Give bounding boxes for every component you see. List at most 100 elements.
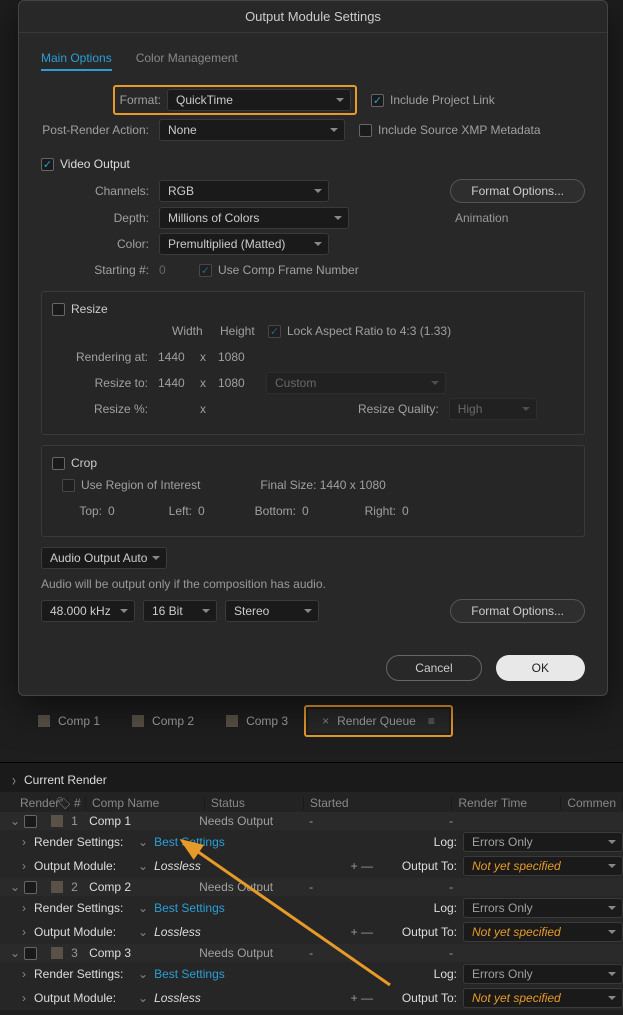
chevron-right-icon[interactable] xyxy=(22,991,34,1005)
resize-checkbox[interactable]: Resize xyxy=(52,302,574,316)
twirl-icon[interactable] xyxy=(132,859,154,873)
queue-item-header[interactable]: 3 Comp 3 Needs Output - - xyxy=(0,944,623,962)
render-settings-label: Render Settings: xyxy=(34,967,132,981)
channels-select[interactable]: RGB xyxy=(159,180,329,202)
output-to-select[interactable]: Not yet specified xyxy=(463,856,623,876)
format-select[interactable]: QuickTime xyxy=(167,89,351,111)
starting-frame-label: Starting #: xyxy=(41,263,159,277)
checkbox-icon xyxy=(371,94,384,107)
panel-menu-icon[interactable]: ≡ xyxy=(428,714,435,728)
twirl-icon[interactable] xyxy=(132,835,154,849)
color-select[interactable]: Premultiplied (Matted) xyxy=(159,233,329,255)
format-label: Format: xyxy=(119,93,167,107)
render-queue-tab-highlight: × Render Queue ≡ xyxy=(304,705,453,737)
chevron-right-icon[interactable] xyxy=(22,859,34,873)
color-label: Color: xyxy=(41,237,159,251)
ok-button[interactable]: OK xyxy=(496,655,585,681)
chevron-down-icon[interactable] xyxy=(6,880,24,894)
render-settings-link[interactable]: Best Settings xyxy=(154,901,225,915)
checkbox-icon xyxy=(52,303,65,316)
audio-output-select[interactable]: Audio Output Auto xyxy=(41,547,167,569)
dialog-tabs: Main Options Color Management xyxy=(41,47,585,71)
post-render-action-select[interactable]: None xyxy=(159,119,345,141)
video-output-checkbox[interactable]: Video Output xyxy=(41,157,585,171)
render-checkbox[interactable] xyxy=(24,815,37,828)
render-settings-row: Render Settings: Best Settings Log: Erro… xyxy=(0,830,623,854)
queue-item-comp-name: Comp 2 xyxy=(89,880,199,894)
output-module-row: Output Module: Lossless + — Output To: N… xyxy=(0,854,623,878)
audio-rate-select[interactable]: 48.000 kHz xyxy=(41,600,135,622)
render-settings-row: Render Settings: Best Settings Log: Erro… xyxy=(0,896,623,920)
add-output-button[interactable]: + — xyxy=(347,991,377,1005)
tab-main-options[interactable]: Main Options xyxy=(41,47,112,71)
cancel-button[interactable]: Cancel xyxy=(386,655,481,681)
chevron-right-icon[interactable] xyxy=(22,901,34,915)
render-checkbox[interactable] xyxy=(24,881,37,894)
audio-channels-select[interactable]: Stereo xyxy=(225,600,319,622)
post-render-action-label: Post-Render Action: xyxy=(41,123,159,137)
add-output-button[interactable]: + — xyxy=(347,859,377,873)
chevron-right-icon[interactable] xyxy=(22,835,34,849)
chevron-down-icon[interactable] xyxy=(6,946,24,960)
render-settings-label: Render Settings: xyxy=(34,835,132,849)
twirl-icon[interactable] xyxy=(132,925,154,939)
include-project-link-checkbox[interactable]: Include Project Link xyxy=(371,93,495,107)
label-swatch-icon[interactable] xyxy=(51,881,63,893)
video-format-options-button[interactable]: Format Options... xyxy=(450,179,585,203)
checkbox-icon xyxy=(199,264,212,277)
output-module-row: Output Module: Lossless + — Output To: N… xyxy=(0,986,623,1010)
log-select[interactable]: Errors Only xyxy=(463,832,623,852)
output-module-link[interactable]: Lossless xyxy=(154,859,201,873)
resize-section: Resize Width Height Lock Aspect Ratio to… xyxy=(41,291,585,435)
chevron-down-icon[interactable] xyxy=(6,814,24,828)
panel-tab-render-queue[interactable]: × Render Queue ≡ xyxy=(308,709,449,733)
starting-frame-value: 0 xyxy=(159,263,199,277)
queue-item-started: - xyxy=(309,880,449,894)
label-swatch-icon[interactable] xyxy=(51,815,63,827)
output-module-link[interactable]: Lossless xyxy=(154,991,201,1005)
queue-item-status: Needs Output xyxy=(199,814,309,828)
queue-item-render-time: - xyxy=(449,880,453,894)
log-select[interactable]: Errors Only xyxy=(463,898,623,918)
render-queue-item: 2 Comp 2 Needs Output - - Render Setting… xyxy=(0,878,623,944)
resize-custom-select: Custom xyxy=(266,372,446,394)
checkbox-icon xyxy=(268,325,281,338)
label-swatch-icon[interactable] xyxy=(51,947,63,959)
twirl-icon[interactable] xyxy=(132,991,154,1005)
output-module-label: Output Module: xyxy=(34,991,132,1005)
use-roi-checkbox: Use Region of Interest xyxy=(62,478,200,492)
panel-tab-comp-3[interactable]: Comp 3 xyxy=(210,708,304,734)
queue-item-render-time: - xyxy=(449,946,453,960)
output-to-label: Output To: xyxy=(387,859,457,873)
audio-format-options-button[interactable]: Format Options... xyxy=(450,599,585,623)
log-select[interactable]: Errors Only xyxy=(463,964,623,984)
add-output-button[interactable]: + — xyxy=(347,925,377,939)
render-queue-table-header: Render 🏷 # Comp Name Status Started Rend… xyxy=(0,792,623,814)
panel-tab-comp-2[interactable]: Comp 2 xyxy=(116,708,210,734)
chevron-right-icon[interactable] xyxy=(22,925,34,939)
audio-bits-select[interactable]: 16 Bit xyxy=(143,600,217,622)
output-to-select[interactable]: Not yet specified xyxy=(463,922,623,942)
render-checkbox[interactable] xyxy=(24,947,37,960)
queue-item-number: 1 xyxy=(71,814,89,828)
render-settings-link[interactable]: Best Settings xyxy=(154,967,225,981)
render-settings-link[interactable]: Best Settings xyxy=(154,835,225,849)
tab-color-management[interactable]: Color Management xyxy=(136,47,238,71)
include-xmp-checkbox[interactable]: Include Source XMP Metadata xyxy=(359,123,541,137)
output-to-label: Output To: xyxy=(387,991,457,1005)
output-module-link[interactable]: Lossless xyxy=(154,925,201,939)
format-highlight: Format: QuickTime xyxy=(113,85,357,115)
queue-item-header[interactable]: 1 Comp 1 Needs Output - - xyxy=(0,812,623,830)
twirl-icon[interactable] xyxy=(132,901,154,915)
chevron-right-icon xyxy=(12,773,16,787)
twirl-icon[interactable] xyxy=(132,967,154,981)
chevron-right-icon[interactable] xyxy=(22,967,34,981)
crop-checkbox[interactable]: Crop xyxy=(52,456,574,470)
close-icon[interactable]: × xyxy=(322,714,329,728)
output-to-select[interactable]: Not yet specified xyxy=(463,988,623,1008)
checkbox-icon xyxy=(62,479,75,492)
output-to-label: Output To: xyxy=(387,925,457,939)
depth-select[interactable]: Millions of Colors xyxy=(159,207,349,229)
panel-tab-comp-1[interactable]: Comp 1 xyxy=(22,708,116,734)
queue-item-header[interactable]: 2 Comp 2 Needs Output - - xyxy=(0,878,623,896)
